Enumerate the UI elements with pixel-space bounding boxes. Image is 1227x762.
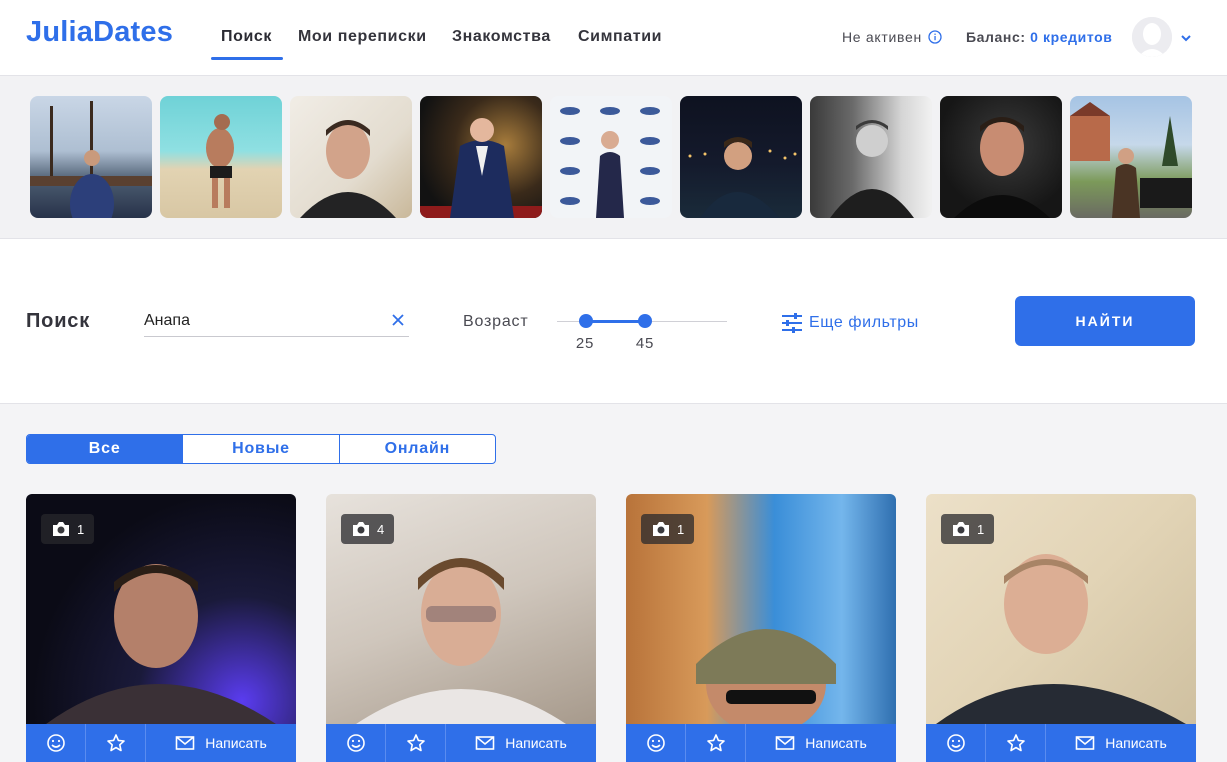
photo-count-badge: 1 <box>941 514 995 544</box>
results-tabs: Все Новые Онлайн <box>26 434 496 464</box>
profile-card[interactable]: 4 Написать <box>326 494 596 762</box>
nav-messages[interactable]: Мои переписки <box>298 28 427 60</box>
write-label: Написать <box>205 735 267 751</box>
balance-value[interactable]: 0 кредитов <box>1030 29 1112 45</box>
age-min-value: 25 <box>575 335 595 352</box>
nav-dating[interactable]: Знакомства <box>452 28 551 60</box>
balance-label: Баланс: <box>966 29 1026 45</box>
card-actions: Написать <box>926 724 1196 762</box>
tab-all[interactable]: Все <box>27 435 184 463</box>
featured-photo[interactable] <box>160 96 282 218</box>
more-filters-link[interactable]: Еще фильтры <box>781 312 919 334</box>
find-button[interactable]: НАЙТИ <box>1015 296 1195 346</box>
nav-search[interactable]: Поиск <box>221 28 272 60</box>
featured-photo[interactable] <box>30 96 152 218</box>
star-icon <box>406 734 425 752</box>
write-button[interactable]: Написать <box>746 724 896 762</box>
favorite-button[interactable] <box>386 724 446 762</box>
write-button[interactable]: Написать <box>1046 724 1196 762</box>
age-max-value: 45 <box>635 335 655 352</box>
city-input[interactable] <box>144 309 374 333</box>
logo[interactable]: JuliaDates <box>26 16 173 49</box>
camera-icon <box>353 522 369 536</box>
camera-icon <box>653 522 669 536</box>
featured-photo[interactable] <box>940 96 1062 218</box>
online-status[interactable]: Не активен <box>842 29 942 45</box>
photo-count: 4 <box>377 521 385 537</box>
camera-icon <box>953 522 969 536</box>
chevron-down-icon[interactable] <box>1180 32 1192 44</box>
photo-count-badge: 4 <box>341 514 395 544</box>
top-header: JuliaDates Поиск Мои переписки Знакомств… <box>0 0 1227 76</box>
city-field[interactable] <box>144 309 409 337</box>
wink-button[interactable] <box>626 724 686 762</box>
smile-icon <box>946 734 965 752</box>
featured-photo[interactable] <box>420 96 542 218</box>
featured-photo[interactable] <box>550 96 672 218</box>
profile-card[interactable]: 1 Написать <box>926 494 1196 762</box>
profile-card[interactable]: 1 Написать <box>26 494 296 762</box>
wink-button[interactable] <box>26 724 86 762</box>
photo-count: 1 <box>77 521 85 537</box>
featured-photos-strip <box>0 76 1227 239</box>
write-button[interactable]: Написать <box>446 724 596 762</box>
user-avatar-icon[interactable] <box>1132 17 1172 57</box>
star-icon <box>1006 734 1025 752</box>
card-actions: Написать <box>26 724 296 762</box>
search-title: Поиск <box>26 310 91 332</box>
search-panel: Поиск Возраст 25 45 Еще фильтры НАЙТИ <box>0 239 1227 404</box>
star-icon <box>106 734 125 752</box>
card-actions: Написать <box>626 724 896 762</box>
tab-new[interactable]: Новые <box>183 435 340 463</box>
filter-sliders-icon <box>782 313 802 333</box>
profile-card[interactable]: 1 Написать <box>626 494 896 762</box>
favorite-button[interactable] <box>686 724 746 762</box>
envelope-icon <box>1075 736 1095 750</box>
star-icon <box>706 734 725 752</box>
envelope-icon <box>775 736 795 750</box>
write-label: Написать <box>505 735 567 751</box>
card-actions: Написать <box>326 724 596 762</box>
photo-count: 1 <box>677 521 685 537</box>
featured-photo[interactable] <box>680 96 802 218</box>
write-label: Написать <box>1105 735 1167 751</box>
nav-likes[interactable]: Симпатии <box>578 28 662 60</box>
write-label: Написать <box>805 735 867 751</box>
wink-button[interactable] <box>326 724 386 762</box>
balance[interactable]: Баланс: 0 кредитов <box>966 29 1112 45</box>
nav-active-underline <box>211 57 283 60</box>
featured-photo[interactable] <box>810 96 932 218</box>
info-icon[interactable] <box>928 30 942 44</box>
age-min-handle[interactable] <box>579 314 593 328</box>
write-button[interactable]: Написать <box>146 724 296 762</box>
close-icon[interactable] <box>391 313 405 327</box>
tab-online[interactable]: Онлайн <box>340 435 495 463</box>
smile-icon <box>646 734 665 752</box>
age-slider-range <box>586 320 646 323</box>
camera-icon <box>53 522 69 536</box>
age-max-handle[interactable] <box>638 314 652 328</box>
favorite-button[interactable] <box>86 724 146 762</box>
favorite-button[interactable] <box>986 724 1046 762</box>
photo-count-badge: 1 <box>41 514 95 544</box>
envelope-icon <box>475 736 495 750</box>
more-filters-label: Еще фильтры <box>809 314 919 331</box>
smile-icon <box>346 734 365 752</box>
photo-count: 1 <box>977 521 985 537</box>
age-label: Возраст <box>463 313 529 330</box>
featured-photo[interactable] <box>1070 96 1192 218</box>
status-label: Не активен <box>842 29 922 45</box>
smile-icon <box>46 734 65 752</box>
featured-photo[interactable] <box>290 96 412 218</box>
photo-count-badge: 1 <box>641 514 695 544</box>
envelope-icon <box>175 736 195 750</box>
wink-button[interactable] <box>926 724 986 762</box>
